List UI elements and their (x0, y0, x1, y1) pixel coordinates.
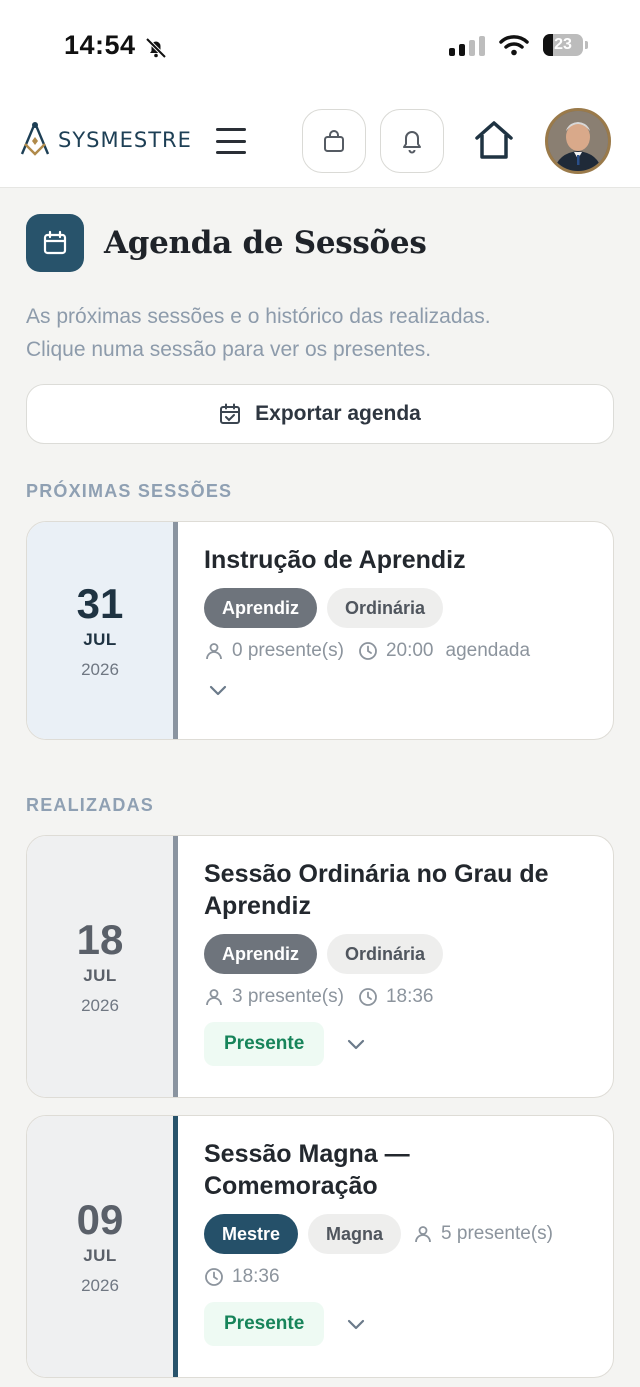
cellular-signal-icon (449, 34, 485, 56)
attendees: 5 presente(s) (413, 1223, 553, 1245)
clock-icon (205, 1268, 223, 1286)
session-day: 09 (76, 1195, 124, 1243)
session-title: Sessão Ordinária no Grau de Aprendiz (204, 860, 549, 920)
home-icon (475, 121, 513, 159)
bell-icon (403, 131, 421, 154)
square-compass-logo-icon (20, 122, 50, 156)
attendee-count: 5 presente(s) (441, 1223, 553, 1244)
type-chip: Magna (308, 1214, 402, 1254)
attendee-count: 3 presente(s) (232, 986, 344, 1007)
status-bar: 14:54 23 (0, 0, 640, 94)
degree-chip: Aprendiz (204, 934, 318, 974)
logo[interactable]: SYSMESTRE (18, 120, 192, 160)
session-year: 2026 (81, 1275, 119, 1295)
logo-text: SYSMESTRE (58, 128, 192, 152)
calendar-check-icon (220, 403, 241, 424)
person-icon (206, 989, 222, 1006)
session-day: 31 (76, 579, 124, 627)
card-actions (204, 676, 587, 704)
avatar[interactable] (545, 108, 611, 174)
person-icon (206, 643, 222, 660)
attendance-status-badge: Presente (204, 1302, 325, 1346)
session-date: 09 JUL 2026 (27, 1116, 173, 1377)
session-body: Instrução de Aprendiz Aprendiz Ordinária… (178, 522, 613, 739)
battery-level: 23 (554, 36, 572, 53)
type-chip: Ordinária (327, 588, 444, 628)
session-title: Sessão Magna — Comemoração (204, 1140, 410, 1200)
time-value: 18:36 (232, 1266, 280, 1287)
session-time: 18:36 (358, 986, 434, 1008)
session-month: JUL (83, 1245, 117, 1265)
section-label-upcoming: PRÓXIMAS SESSÕES (26, 481, 233, 501)
chevron-down-icon[interactable] (342, 1030, 370, 1058)
type-chip: Ordinária (327, 934, 444, 974)
session-body: Sessão Ordinária no Grau de Aprendiz Apr… (178, 836, 613, 1097)
session-year: 2026 (81, 995, 119, 1015)
session-tags: Mestre Magna 5 presente(s) (204, 1214, 587, 1254)
page-content: Agenda de Sessões As próximas sessões e … (26, 214, 614, 444)
session-state: agendada (445, 640, 531, 661)
chevron-down-icon[interactable] (342, 1310, 370, 1338)
degree-chip: Mestre (204, 1214, 299, 1254)
clock-icon (359, 642, 377, 660)
export-agenda-label: Exportar agenda (255, 402, 421, 425)
session-tags: Aprendiz Ordinária (204, 934, 587, 974)
time-value: 20:00 (385, 640, 434, 661)
degree-chip: Aprendiz (204, 588, 318, 628)
session-body: Sessão Magna — Comemoração Mestre Magna … (178, 1116, 613, 1377)
attendees: 0 presente(s) (204, 640, 344, 662)
session-year: 2026 (81, 659, 119, 679)
session-tags: Aprendiz Ordinária (204, 588, 587, 628)
session-time: 18:36 (204, 1266, 280, 1288)
attendee-count: 0 presente(s) (232, 640, 344, 661)
menu-icon[interactable] (216, 128, 246, 154)
session-title: Instrução de Aprendiz (204, 546, 466, 574)
session-time: 20:00 agendada (358, 640, 530, 662)
subtitle-line-2: Clique numa sessão para ver os presentes… (26, 338, 432, 361)
clock-icon (359, 988, 377, 1006)
calendar-badge (26, 214, 84, 272)
wifi-icon (499, 35, 529, 56)
session-month: JUL (83, 965, 117, 985)
session-card[interactable]: 09 JUL 2026 Sessão Magna — Comemoração M… (26, 1115, 614, 1378)
shopping-bag-icon (324, 130, 344, 152)
battery-icon: 23 (543, 34, 583, 56)
time-value: 18:36 (385, 986, 434, 1007)
status-time: 14:54 (64, 30, 136, 60)
person-icon (415, 1226, 431, 1243)
card-actions: Presente (204, 1022, 587, 1066)
user-photo-icon (548, 111, 608, 171)
page-subtitle: As próximas sessões e o histórico das re… (26, 300, 614, 366)
notifications-button[interactable] (380, 109, 444, 173)
calendar-icon (43, 230, 67, 255)
session-day: 18 (76, 915, 124, 963)
session-month: JUL (83, 629, 117, 649)
card-actions: Presente (204, 1302, 587, 1346)
session-card[interactable]: 18 JUL 2026 Sessão Ordinária no Grau de … (26, 835, 614, 1098)
session-meta: 18:36 (204, 1266, 587, 1288)
section-label-past: REALIZADAS (26, 795, 154, 815)
subtitle-line-1: As próximas sessões e o histórico das re… (26, 305, 491, 328)
silent-bell-icon (145, 37, 167, 59)
session-meta: 3 presente(s) 18:36 (204, 986, 587, 1008)
export-agenda-button[interactable]: Exportar agenda (26, 384, 614, 444)
session-date: 31 JUL 2026 (27, 522, 173, 739)
attendance-status-badge: Presente (204, 1022, 325, 1066)
app-header: SYSMESTRE (0, 94, 640, 188)
attendees: 3 presente(s) (204, 986, 344, 1008)
session-meta: 0 presente(s) 20:00 agendada (204, 640, 587, 662)
session-card[interactable]: 31 JUL 2026 Instrução de Aprendiz Aprend… (26, 521, 614, 740)
status-indicators: 23 (449, 34, 588, 56)
title-row: Agenda de Sessões (26, 214, 614, 272)
page-title: Agenda de Sessões (104, 225, 427, 261)
home-button[interactable] (470, 116, 518, 164)
chevron-down-icon[interactable] (204, 676, 232, 704)
shop-button[interactable] (302, 109, 366, 173)
session-date: 18 JUL 2026 (27, 836, 173, 1097)
